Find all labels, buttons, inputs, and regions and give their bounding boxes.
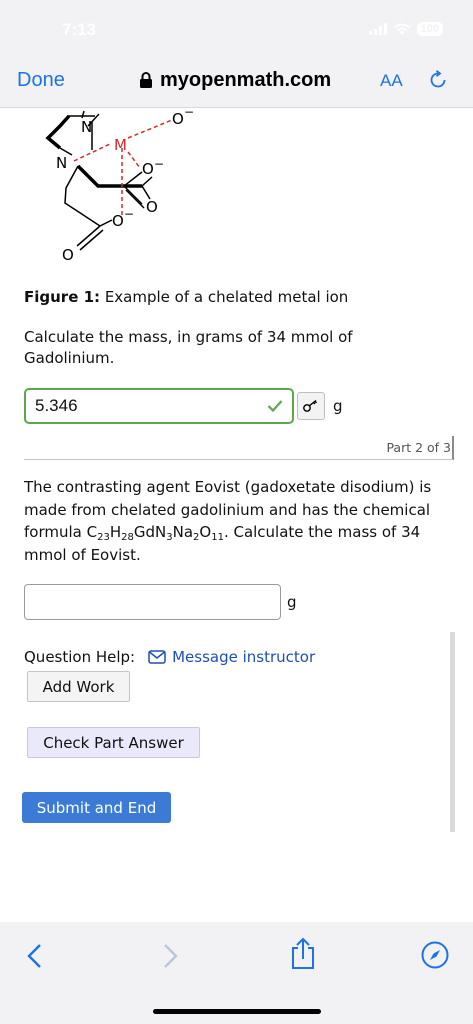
done-button[interactable]: Done (17, 69, 65, 92)
mail-icon[interactable] (148, 650, 166, 664)
atom-metal: M (114, 136, 127, 154)
atom-o-minus-low: O (112, 212, 124, 230)
battery-icon: 100 (416, 22, 443, 36)
scroll-marker (452, 436, 454, 460)
part1-answer-row: 5.346 g (24, 388, 343, 424)
part2-answer-row: g (24, 584, 297, 620)
part1-question: Calculate the mass, in grams of 34 mmol … (24, 328, 353, 367)
part2-question: The contrasting agent Eovist (gadoxetate… (24, 478, 432, 564)
figure-caption: Figure 1: Example of a chelated metal io… (24, 287, 348, 307)
check-part-answer-button[interactable]: Check Part Answer (27, 727, 200, 758)
part2-unit: g (287, 593, 297, 611)
status-icons: 100 (368, 22, 443, 36)
atom-o-carbonyl-right: O (146, 198, 158, 216)
status-bar: 7:13 100 (0, 0, 473, 58)
checkmark-icon (267, 400, 283, 413)
question-help-row: Question Help: Message instructor (24, 648, 315, 666)
compass-icon[interactable] (420, 940, 450, 970)
chelate-structure-figure: N N M O − O − O O − O (45, 108, 194, 264)
part-divider (24, 459, 453, 460)
part1-unit: g (333, 397, 343, 415)
part1-answer-value: 5.346 (35, 396, 78, 415)
home-indicator (153, 1009, 321, 1014)
back-arrow-icon[interactable] (25, 941, 45, 971)
part1-answer-input[interactable]: 5.346 (24, 388, 294, 424)
part-indicator: Part 2 of 3 (386, 440, 451, 455)
atom-o-carbonyl-bottom: O (62, 246, 74, 264)
reload-icon[interactable] (427, 69, 449, 91)
preview-key-button[interactable] (297, 392, 325, 420)
atom-o-minus-mid: O (142, 160, 154, 178)
lock-icon (140, 72, 152, 88)
signal-icon (368, 23, 387, 35)
share-icon[interactable] (290, 937, 316, 971)
browser-nav-bar: Done myopenmath.com AA (0, 58, 473, 108)
figure-caption-text: Example of a chelated metal ion (104, 288, 349, 306)
atom-n-top: N (81, 118, 92, 136)
atom-o-minus-mid-charge: − (154, 157, 164, 171)
message-instructor-link[interactable]: Message instructor (172, 648, 315, 666)
atom-o-minus-top-charge: − (184, 108, 194, 119)
page-scrollbar[interactable] (450, 632, 455, 832)
question-help-label: Question Help: (24, 648, 136, 666)
atom-n-left: N (56, 154, 67, 172)
forward-arrow-icon[interactable] (160, 941, 180, 971)
key-icon (303, 399, 317, 412)
reader-aa-button[interactable]: AA (380, 71, 403, 91)
wifi-icon (393, 23, 410, 35)
submit-and-end-button[interactable]: Submit and End (22, 792, 171, 823)
add-work-button[interactable]: Add Work (27, 671, 130, 702)
figure-caption-label: Figure 1: (24, 288, 101, 306)
status-time: 7:13 (62, 20, 97, 39)
part2-answer-input[interactable] (24, 584, 281, 620)
url-address[interactable]: myopenmath.com (160, 69, 331, 92)
atom-o-minus-low-charge: − (124, 207, 134, 221)
atom-o-minus-top: O (172, 110, 184, 128)
